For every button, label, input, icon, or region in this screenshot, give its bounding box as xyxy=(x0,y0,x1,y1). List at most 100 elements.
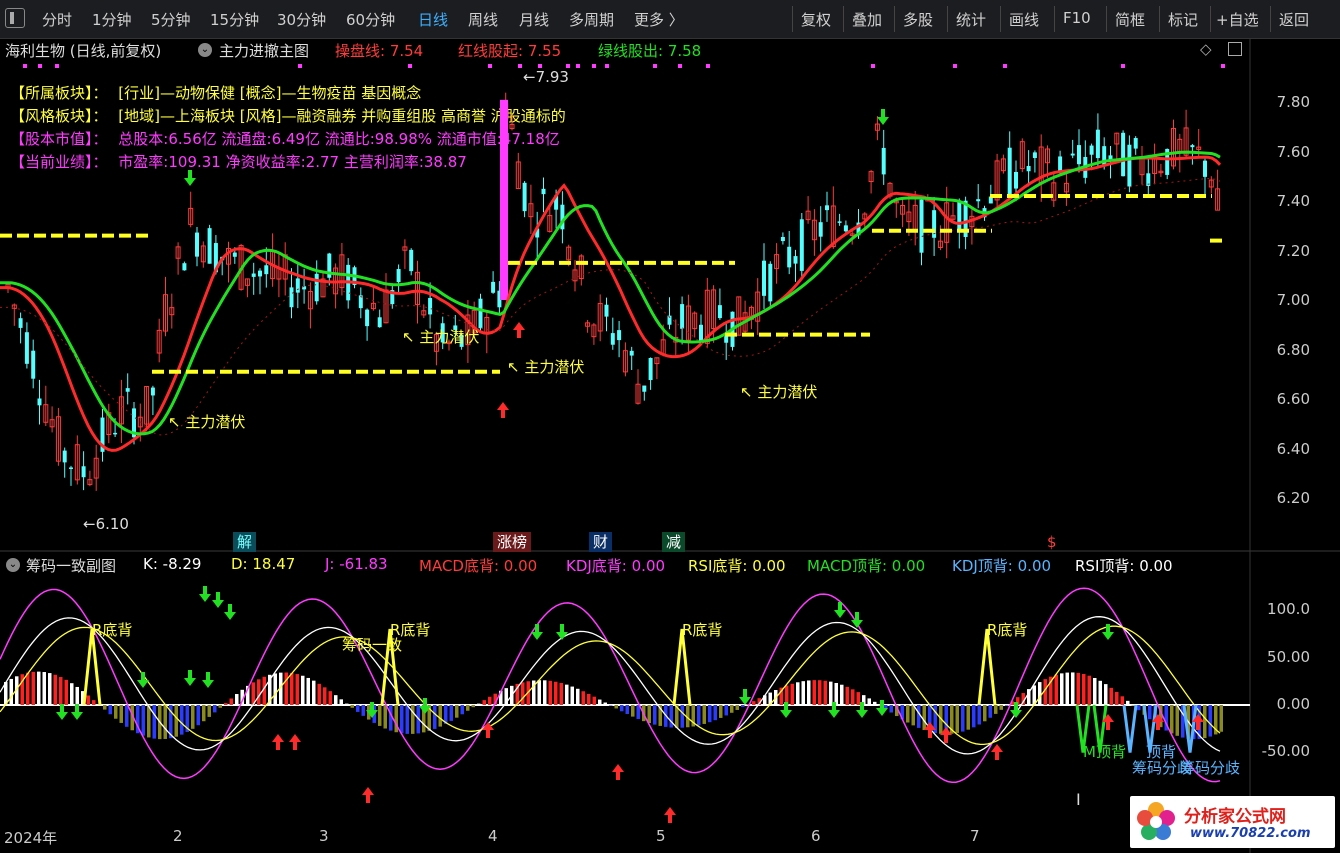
macd-bar xyxy=(1060,673,1064,705)
candle-body xyxy=(24,332,29,364)
period-tab-more[interactable]: 更多 〉 xyxy=(634,9,684,30)
macd-bar xyxy=(334,695,338,705)
candle-body xyxy=(289,287,294,308)
sub-indicator-name[interactable]: 筹码一致副图 xyxy=(26,555,116,576)
multi-stock-button[interactable]: 多股 xyxy=(903,9,933,30)
candle-body xyxy=(1032,152,1037,159)
add-watchlist-button[interactable]: +自选 xyxy=(1216,9,1259,30)
chevron-down-icon[interactable]: ⌄ xyxy=(6,558,20,572)
chevron-down-icon[interactable]: ⌄ xyxy=(198,43,212,57)
f10-button[interactable]: F10 xyxy=(1063,9,1091,27)
candle-body xyxy=(81,466,86,478)
candle-body xyxy=(711,289,717,329)
candle-body xyxy=(150,387,155,396)
signal-dot xyxy=(605,64,609,68)
candle-body xyxy=(396,269,401,283)
period-tab-multi[interactable]: 多周期 xyxy=(569,9,614,30)
event-tag-limitup[interactable]: 涨榜 xyxy=(493,532,532,552)
sell-arrow-icon xyxy=(856,702,868,718)
simple-frame-button[interactable]: 简框 xyxy=(1115,9,1145,30)
macd-bar xyxy=(108,705,112,715)
macd-bar xyxy=(372,705,376,723)
signal-label: ↖ 主力潜伏 xyxy=(740,383,818,401)
fuquan-button[interactable]: 复权 xyxy=(801,9,831,30)
period-tab-5min[interactable]: 5分钟 xyxy=(151,9,191,30)
sub-annotation: M顶背 xyxy=(1083,743,1126,761)
macd-bar xyxy=(81,691,85,705)
sidebar-toggle-icon[interactable] xyxy=(5,8,25,28)
main-indicator-name[interactable]: 主力进撤主图 xyxy=(219,40,309,61)
candle-body xyxy=(428,298,433,315)
candle-body xyxy=(251,273,256,277)
candle-body xyxy=(591,324,597,338)
overlay-button[interactable]: 叠加 xyxy=(852,9,882,30)
toolbar: 分时 1分钟 5分钟 15分钟 30分钟 60分钟 日线 周线 月线 多周期 更… xyxy=(0,0,1340,39)
macd-bar xyxy=(1054,674,1058,705)
candle-body xyxy=(1146,173,1151,186)
macd-bar xyxy=(840,684,844,705)
candle-body xyxy=(1203,160,1207,177)
macd-bar xyxy=(9,678,13,705)
period-tab-fenshi[interactable]: 分时 xyxy=(42,9,72,30)
candle-body xyxy=(1190,145,1195,148)
macd-bar xyxy=(31,671,35,705)
macd-bar xyxy=(565,684,569,705)
candle-body xyxy=(660,339,666,356)
event-tag-reduce[interactable]: 减 xyxy=(662,532,686,552)
macd-bar xyxy=(262,676,266,705)
event-tag-unlock[interactable]: 解 xyxy=(233,532,257,552)
sell-arrow-icon xyxy=(71,704,83,720)
macd-bar xyxy=(620,705,624,712)
candle-body xyxy=(1208,179,1214,188)
candle-body xyxy=(1158,170,1164,174)
macd-bar xyxy=(834,682,838,705)
period-tab-1min[interactable]: 1分钟 xyxy=(92,9,132,30)
period-tab-monthly[interactable]: 月线 xyxy=(519,9,549,30)
macd-bar xyxy=(658,705,662,726)
period-tab-15min[interactable]: 15分钟 xyxy=(210,9,259,30)
candle-body xyxy=(881,147,886,175)
draw-line-button[interactable]: 画线 xyxy=(1009,9,1039,30)
candle-body xyxy=(554,195,559,210)
period-tab-30min[interactable]: 30分钟 xyxy=(277,9,326,30)
macd-bar xyxy=(1027,689,1031,705)
macd-bar xyxy=(1032,685,1036,705)
macd-bar xyxy=(961,705,965,732)
macd-bar xyxy=(1181,705,1185,738)
candle-body xyxy=(352,267,357,285)
toolbar-divider xyxy=(1000,6,1001,32)
candle-body xyxy=(144,386,150,425)
period-tab-daily[interactable]: 日线 xyxy=(418,9,448,30)
macd-bar xyxy=(911,705,915,726)
macd-bar xyxy=(768,692,772,705)
macd-bar xyxy=(939,705,943,734)
candle-body xyxy=(610,333,615,345)
macd-bar xyxy=(224,703,228,705)
sell-arrow-icon xyxy=(531,624,543,640)
statistics-button[interactable]: 统计 xyxy=(956,9,986,30)
diamond-icon[interactable]: ◇ xyxy=(1200,40,1212,58)
window-toggle-icon[interactable] xyxy=(1228,42,1242,56)
candle-body xyxy=(925,198,931,202)
period-tab-60min[interactable]: 60分钟 xyxy=(346,9,395,30)
macd-bar xyxy=(229,698,233,705)
candle-body xyxy=(522,182,527,212)
info-text: [地域]—上海板块 [风格]—融资融券 并购重组股 高商誉 沪股通标的 xyxy=(118,107,566,125)
macd-bar xyxy=(1137,705,1141,711)
macd-bar xyxy=(1109,687,1113,705)
high-price-label: ←7.93 xyxy=(523,68,569,86)
buy-arrow-icon xyxy=(497,402,509,418)
event-tag-dollar[interactable]: $ xyxy=(1043,532,1061,552)
period-tab-weekly[interactable]: 周线 xyxy=(468,9,498,30)
candle-body xyxy=(478,298,483,329)
event-tag-finance[interactable]: 财 xyxy=(589,532,613,552)
candle-body xyxy=(768,263,773,302)
candle-body xyxy=(62,450,67,463)
mark-button[interactable]: 标记 xyxy=(1168,9,1198,30)
candle-body xyxy=(156,329,162,354)
macd-bar xyxy=(1076,672,1080,705)
macd-bar xyxy=(812,680,816,705)
macd-bar xyxy=(691,705,695,727)
macd-bar xyxy=(460,705,464,715)
back-button[interactable]: 返回 xyxy=(1279,9,1309,30)
